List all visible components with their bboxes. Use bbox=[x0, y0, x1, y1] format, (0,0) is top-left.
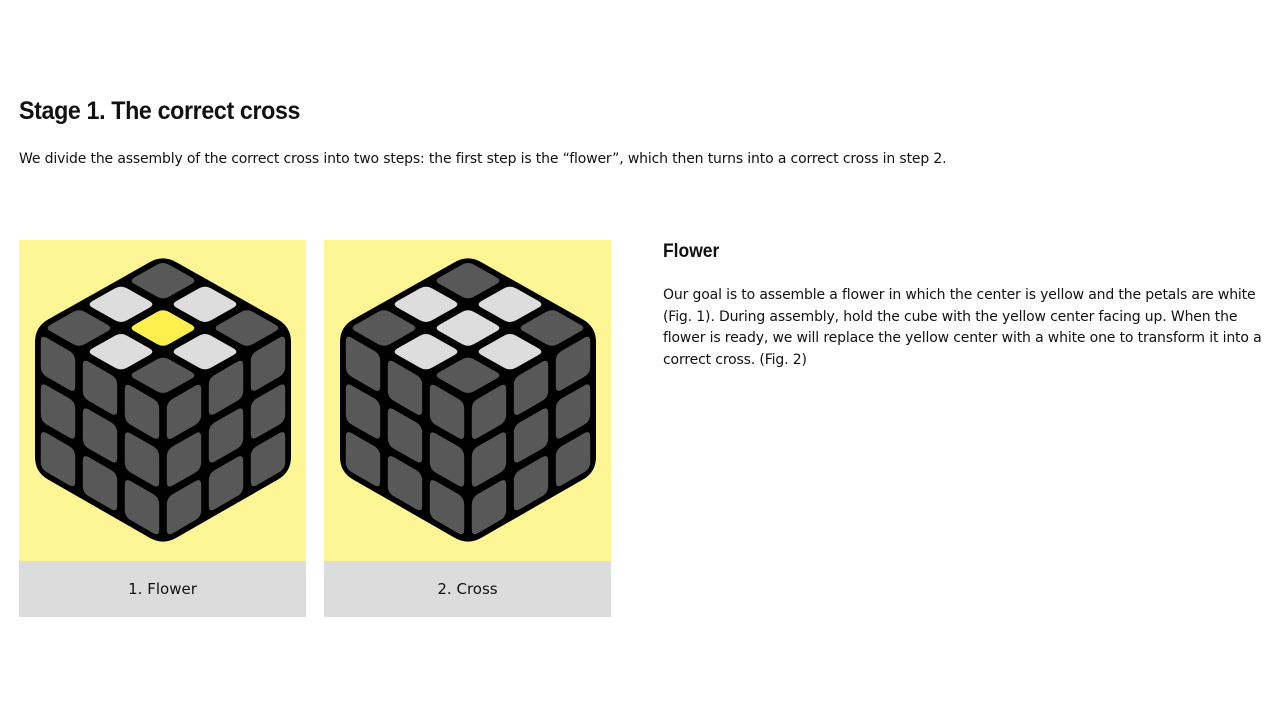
cube-illustration-cross bbox=[340, 258, 596, 542]
cube-illustration-flower bbox=[35, 258, 291, 542]
figure-cross: 2. Cross bbox=[324, 240, 611, 617]
flower-heading: Flower bbox=[663, 241, 720, 262]
cube-body bbox=[340, 258, 596, 542]
intro-paragraph: We divide the assembly of the correct cr… bbox=[19, 151, 947, 167]
figure-flower: 1. Flower bbox=[19, 240, 306, 617]
figure-caption-cross: 2. Cross bbox=[324, 561, 611, 617]
cube-body bbox=[35, 258, 291, 542]
flower-description: Our goal is to assemble a flower in whic… bbox=[663, 287, 1262, 369]
figure-caption-flower: 1. Flower bbox=[19, 561, 306, 617]
page-title: Stage 1. The correct cross bbox=[19, 97, 301, 125]
